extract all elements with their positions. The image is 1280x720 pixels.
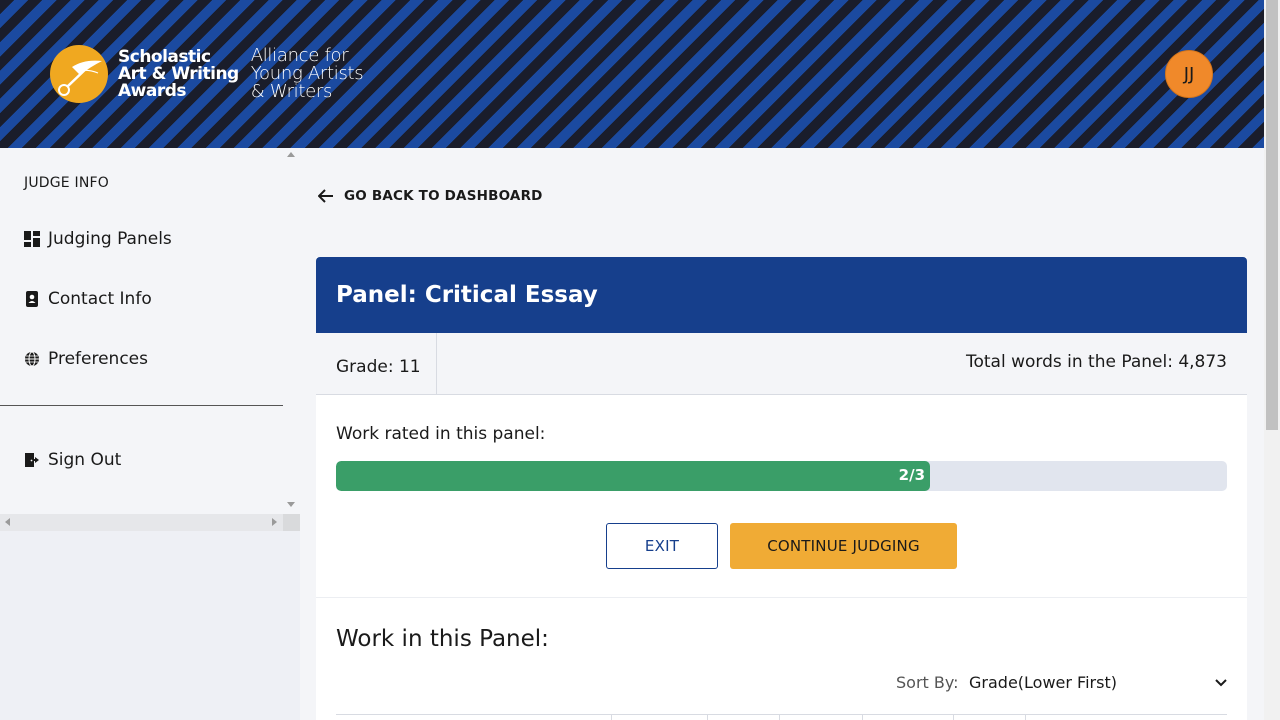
back-link-label: GO BACK TO DASHBOARD <box>344 188 543 204</box>
logo-text-line1: Scholastic <box>118 46 211 67</box>
sidebar-item-label: Contact Info <box>48 289 152 309</box>
sidebar-item-sign-out[interactable]: Sign Out <box>24 450 121 470</box>
sort-label: Sort By: <box>896 673 959 692</box>
main-content: GO BACK TO DASHBOARD Panel: Critical Ess… <box>300 148 1264 720</box>
alliance-text-line3: & Writers <box>250 81 333 102</box>
sidebar: JUDGE INFO Judging Panels Contact Info P… <box>0 148 300 720</box>
rating-progress-text: 2/3 <box>898 466 926 484</box>
sidebar-item-label: Sign Out <box>48 450 122 470</box>
logo-emblem-icon <box>50 45 108 103</box>
rating-progress-fill: 2/3 <box>336 461 931 491</box>
scholastic-logo[interactable]: Scholastic Art & Writing Awards Alliance… <box>50 45 364 103</box>
exit-button[interactable]: EXIT <box>606 523 718 569</box>
sort-select-value: Grade(Lower First) <box>969 673 1117 692</box>
sidebar-vertical-scrollbar[interactable] <box>283 148 300 514</box>
page-scrollbar[interactable] <box>1264 0 1280 720</box>
panel-title: Panel: Critical Essay <box>316 257 1247 333</box>
panel-meta: Grade: 11 Total words in the Panel: 4,87… <box>316 333 1247 395</box>
section-divider <box>316 597 1247 598</box>
scrollbar-corner <box>283 514 300 531</box>
contact-card-icon <box>24 291 40 307</box>
page-scrollbar-thumb[interactable] <box>1266 0 1278 430</box>
sort-select[interactable]: Grade(Lower First) <box>969 673 1227 692</box>
sidebar-item-label: Preferences <box>48 349 148 369</box>
continue-judging-button[interactable]: CONTINUE JUDGING <box>730 523 957 569</box>
dashboard-icon <box>24 231 40 247</box>
logo-text-line2: Art & Writing <box>118 63 239 84</box>
globe-icon <box>24 351 40 367</box>
panel-total-words: Total words in the Panel: 4,873 <box>965 351 1227 372</box>
panel-card: Panel: Critical Essay Grade: 11 Total wo… <box>316 257 1247 720</box>
scroll-up-arrow-icon[interactable] <box>287 152 295 157</box>
sign-out-icon <box>24 452 40 468</box>
rated-label: Work rated in this panel: <box>336 424 546 444</box>
chevron-down-icon <box>1215 678 1227 686</box>
sidebar-heading: JUDGE INFO <box>24 175 109 191</box>
panel-grade: Grade: 11 <box>316 333 437 394</box>
scroll-left-arrow-icon[interactable] <box>5 518 10 526</box>
sidebar-item-contact-info[interactable]: Contact Info <box>24 289 152 309</box>
sidebar-horizontal-scrollbar[interactable] <box>0 514 283 531</box>
logo-text-line3: Awards <box>118 80 187 101</box>
site-header: Scholastic Art & Writing Awards Alliance… <box>0 0 1264 148</box>
sidebar-divider <box>0 405 283 406</box>
sidebar-item-label: Judging Panels <box>48 229 172 249</box>
scroll-right-arrow-icon[interactable] <box>272 518 277 526</box>
sidebar-item-judging-panels[interactable]: Judging Panels <box>24 229 172 249</box>
user-avatar[interactable]: JJ <box>1165 50 1213 98</box>
sidebar-item-preferences[interactable]: Preferences <box>24 349 148 369</box>
rating-progress-bar: 2/3 <box>336 461 1227 491</box>
work-table-header <box>336 714 1227 720</box>
back-to-dashboard-link[interactable]: GO BACK TO DASHBOARD <box>318 188 543 204</box>
arrow-left-icon <box>318 189 333 203</box>
scroll-down-arrow-icon[interactable] <box>287 502 295 507</box>
work-section-title: Work in this Panel: <box>336 626 549 652</box>
